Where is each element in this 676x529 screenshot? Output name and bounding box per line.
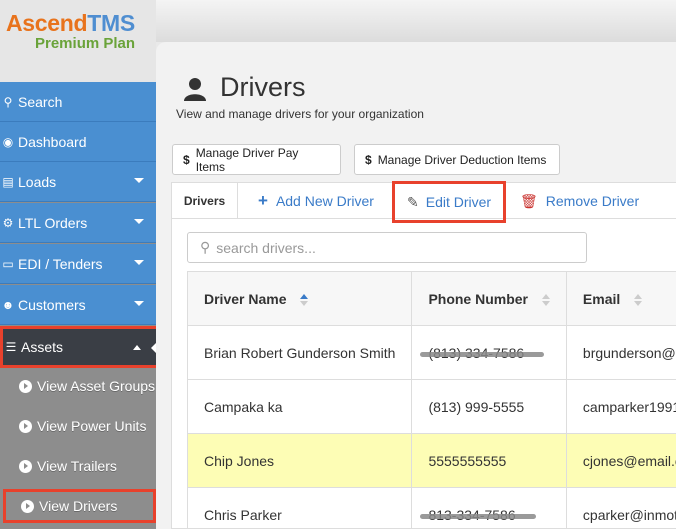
chevron-down-icon (134, 301, 144, 306)
sidebar-item-customers[interactable]: ☻ Customers (0, 285, 156, 325)
sort-icon (541, 293, 550, 306)
cell-email: brgunderson@te (565, 325, 676, 380)
chevron-circle-icon (19, 379, 32, 393)
cell-phone: (813) 999-5555 (411, 379, 567, 434)
network-icon: ⚙ (2, 215, 14, 230)
users-icon: ☻ (1, 297, 15, 312)
sidebar-item-edi-tenders[interactable]: ▭ EDI / Tenders (0, 244, 156, 284)
trash-icon: 🗑 (520, 192, 538, 209)
search-icon: ⚲ (3, 94, 13, 109)
sort-icon (300, 293, 309, 306)
cell-phone: 813-334-7586 (411, 487, 567, 529)
chevron-down-icon (134, 219, 144, 224)
user-icon (184, 78, 206, 101)
chevron-circle-icon (21, 499, 34, 513)
sidebar-item-ltl-orders[interactable]: ⚙ LTL Orders (0, 203, 156, 243)
sidebar-item-label: Assets (21, 339, 64, 355)
pencil-icon: ✎ (407, 193, 419, 210)
columns-icon: ☰ (5, 340, 17, 354)
sidebar-subitem-label: View Trailers (37, 458, 117, 474)
sidebar-item-label: EDI / Tenders (18, 255, 103, 272)
sidebar-subitem-label: View Asset Groups (37, 378, 156, 394)
cell-driver-name: Chip Jones (186, 433, 413, 488)
sidebar-item-label: Loads (18, 173, 57, 190)
button-label: Remove Driver (545, 193, 640, 209)
sidebar-item-assets[interactable]: ☰ Assets (0, 326, 160, 368)
dollar-icon: $ (183, 152, 190, 167)
cell-driver-name: Brian Robert Gunderson Smith (186, 325, 413, 380)
dollar-icon: $ (365, 152, 372, 167)
search-icon: ⚲ (200, 239, 211, 255)
sidebar-item-label: LTL Orders (18, 214, 88, 231)
chevron-down-icon (134, 260, 144, 265)
column-header-phone[interactable]: Phone Number (411, 271, 567, 326)
button-label: Manage Driver Pay Items (195, 145, 299, 174)
chevron-circle-icon (19, 419, 32, 433)
button-label: Manage Driver Deduction Items (377, 152, 547, 167)
sidebar-item-search[interactable]: ⚲ Search (0, 82, 156, 122)
button-label: Edit Driver (425, 194, 492, 210)
chevron-circle-icon (19, 459, 32, 473)
plus-icon: + (258, 191, 268, 210)
cell-email: camparker1991 (565, 379, 676, 434)
cell-driver-name: Campaka ka (186, 379, 413, 434)
sidebar: ⚲ Search ◉ Dashboard ▤ Loads ⚙ LTL Order… (0, 82, 160, 529)
edit-driver-button[interactable]: ✎ Edit Driver (392, 181, 507, 223)
column-header-email[interactable]: Email (565, 271, 676, 326)
sidebar-subitem-trailers[interactable]: View Trailers (0, 446, 156, 486)
cell-email: cparker@inmoti (565, 487, 676, 529)
tab-bar: Drivers + Add New Driver ✎ Edit Driver 🗑… (172, 181, 676, 223)
cell-phone: 5555555555 (411, 433, 567, 488)
manage-pay-items-button[interactable]: $ Manage Driver Pay Items (172, 144, 341, 175)
add-driver-button[interactable]: + Add New Driver (258, 183, 374, 219)
sort-icon (634, 293, 643, 306)
drivers-table: Driver Name Phone Number Email Brian Rob (186, 271, 676, 529)
logo-text: AscendTMS (6, 10, 135, 36)
table-row[interactable]: Chris Parker 813-334-7586 cparker@inmoti (186, 487, 676, 529)
chevron-down-icon (134, 178, 144, 183)
column-header-driver-name[interactable]: Driver Name (186, 271, 413, 326)
sidebar-item-dashboard[interactable]: ◉ Dashboard (0, 122, 156, 162)
main-panel: Drivers View and manage drivers for your… (156, 42, 676, 529)
sidebar-subitem-label: View Power Units (37, 418, 147, 434)
search-input[interactable]: ⚲ search drivers... (187, 232, 587, 263)
page-title: Drivers (220, 72, 306, 102)
sidebar-subitem-label: View Drivers (39, 498, 118, 514)
sidebar-item-label: Customers (18, 296, 86, 313)
drivers-card: Drivers + Add New Driver ✎ Edit Driver 🗑… (171, 181, 676, 529)
table-row-selected[interactable]: Chip Jones 5555555555 cjones@email.co (186, 433, 676, 488)
button-label: Add New Driver (275, 193, 374, 209)
tab-drivers[interactable]: Drivers (172, 183, 238, 219)
remove-driver-button[interactable]: 🗑 Remove Driver (520, 183, 639, 219)
dashboard-icon: ◉ (2, 134, 14, 149)
table-header-row: Driver Name Phone Number Email (186, 271, 676, 326)
sidebar-item-label: Search (18, 93, 63, 110)
sidebar-item-label: Dashboard (18, 133, 87, 150)
chevron-up-icon (133, 345, 141, 350)
cell-driver-name: Chris Parker (186, 487, 413, 529)
manage-deduction-items-button[interactable]: $ Manage Driver Deduction Items (354, 144, 560, 175)
page-subtitle: View and manage drivers for your organiz… (176, 107, 424, 121)
inbox-icon: ▭ (2, 256, 14, 271)
sidebar-subitem-drivers[interactable]: View Drivers (3, 489, 156, 523)
table-row[interactable]: Campaka ka (813) 999-5555 camparker1991 (186, 379, 676, 434)
plan-label: Premium Plan (35, 35, 136, 52)
cell-email: cjones@email.co (565, 433, 676, 488)
table-row[interactable]: Brian Robert Gunderson Smith (813) 334-7… (186, 325, 676, 380)
sidebar-item-loads[interactable]: ▤ Loads (0, 162, 156, 202)
logo[interactable]: AscendTMS Premium Plan (0, 0, 156, 82)
search-placeholder: search drivers... (216, 239, 316, 256)
sidebar-subitem-asset-groups[interactable]: View Asset Groups (0, 366, 156, 406)
cell-phone: (813) 334-7586 (411, 325, 567, 380)
sidebar-subitem-power-units[interactable]: View Power Units (0, 406, 156, 446)
list-icon: ▤ (2, 174, 14, 189)
